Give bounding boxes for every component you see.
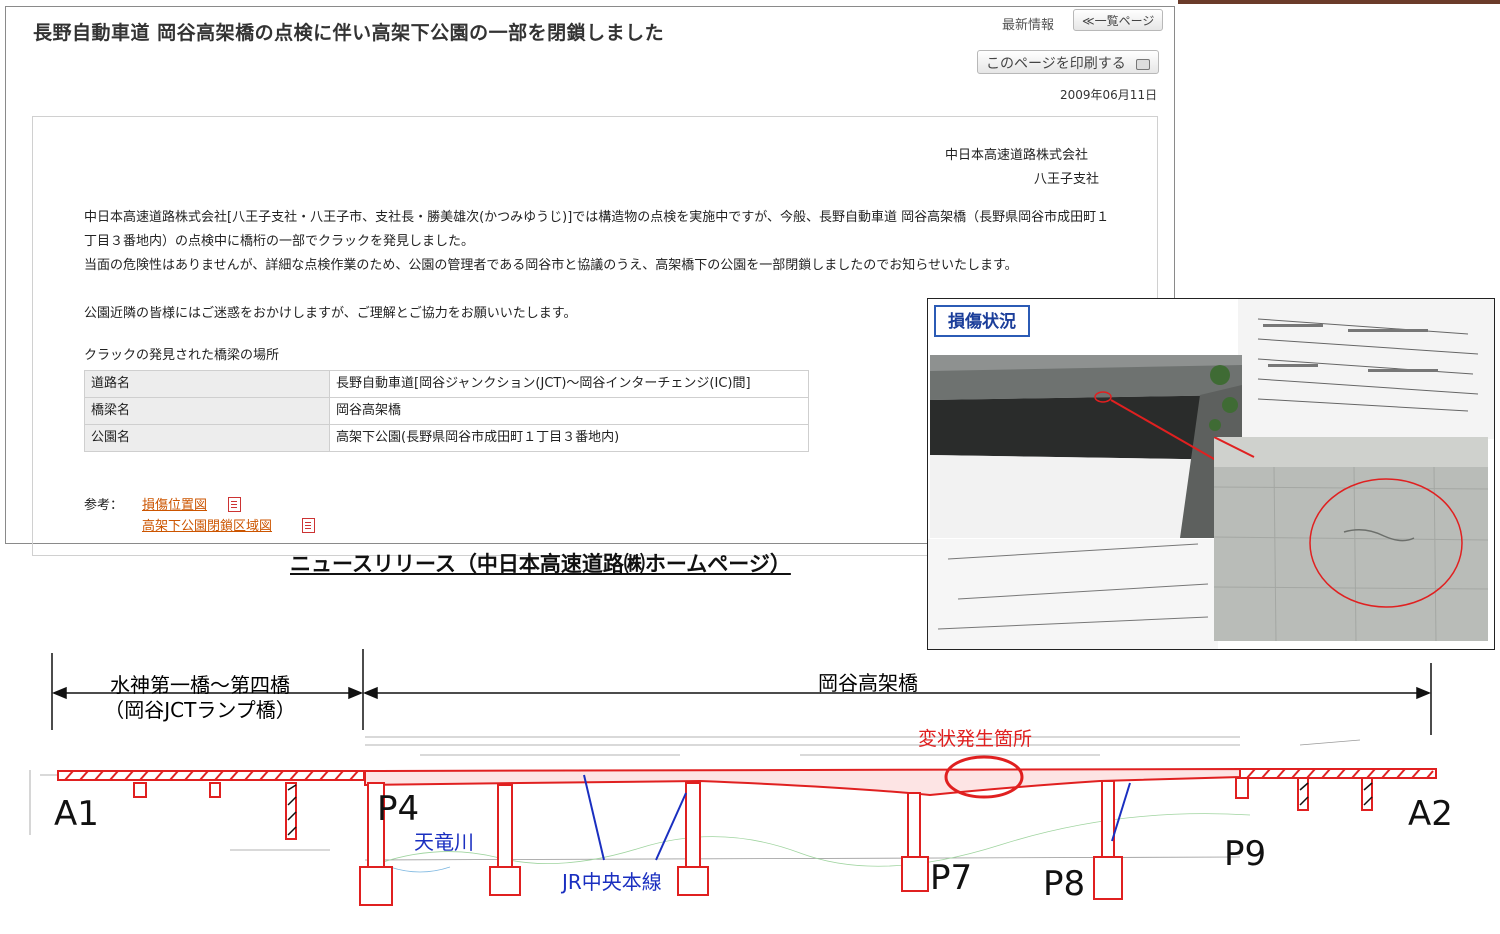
pdf-icon <box>302 518 315 533</box>
pdf-icon <box>228 497 241 512</box>
latest-info-label: 最新情報 <box>1002 18 1055 33</box>
park-closure-map-link[interactable]: 高架下公園閉鎖区域図 <box>142 515 272 534</box>
list-page-button[interactable]: ≪一覧ページ <box>1073 9 1164 31</box>
pier-label-p8: P8 <box>1043 864 1085 904</box>
article-paragraph: 中日本高速道路株式会社[八王子支社・八王子市、支社長・勝美雄次(かつみゆうじ)]… <box>84 210 1110 249</box>
defect-location-label: 変状発生箇所 <box>918 728 1032 750</box>
table-header-cell: 道路名 <box>84 370 330 398</box>
damage-status-label: 損傷状況 <box>934 305 1030 337</box>
damage-location-map-link[interactable]: 損傷位置図 <box>142 494 207 513</box>
table-value-cell: 岡谷高架橋 <box>329 397 809 425</box>
rail-line-label: JR中央本線 <box>560 870 662 894</box>
pier-label-a1: A1 <box>54 794 99 834</box>
news-release-caption: ニュースリリース（中日本高速道路㈱ホームページ） <box>290 552 791 576</box>
table-header-cell: 橋梁名 <box>84 397 330 425</box>
table-value-cell: 長野自動車道[岡谷ジャンクション(JCT)～岡谷インターチェンジ(IC)間] <box>329 370 809 398</box>
print-page-button[interactable]: このページを印刷する <box>977 50 1160 74</box>
top-edge-strip <box>1178 0 1500 4</box>
bridge-location-table: 道路名 長野自動車道[岡谷ジャンクション(JCT)～岡谷インターチェンジ(IC)… <box>84 370 809 452</box>
reference-label: 参考： <box>84 498 124 513</box>
table-row: 道路名 長野自動車道[岡谷ジャンクション(JCT)～岡谷インターチェンジ(IC)… <box>84 370 809 398</box>
bridge-elevation-diagram: 水神第一橋～第四橋 （岡谷JCTランプ橋） 岡谷高架橋 変状発生箇所 A1 P4… <box>29 649 1453 906</box>
span-label-right: 岡谷高架橋 <box>818 671 918 695</box>
pier-label-p9: P9 <box>1224 834 1266 874</box>
branch-name: 八王子支社 <box>1034 172 1100 187</box>
pier-label-p4: P4 <box>377 789 419 829</box>
table-caption: クラックの発見された橋梁の場所 <box>84 348 280 363</box>
article-paragraph: 当面の危険性はありませんが、詳細な点検作業のため、公園の管理者である岡谷市と協議… <box>84 258 1018 273</box>
span-label-left: 水神第一橋～第四橋 <box>110 673 290 697</box>
table-row: 公園名 高架下公園(長野県岡谷市成田町１丁目３番地内) <box>84 424 809 452</box>
printer-icon <box>1136 58 1151 70</box>
news-title: 長野自動車道 岡谷高架橋の点検に伴い高架下公園の一部を閉鎖しました <box>33 22 665 44</box>
crack-closeup-photo <box>1214 437 1488 641</box>
publish-date: 2009年06月11日 <box>1060 88 1158 102</box>
span-label-left-sub: （岡谷JCTランプ橋） <box>104 698 295 722</box>
table-header-cell: 公園名 <box>84 424 330 452</box>
pier-label-a2: A2 <box>1408 794 1453 834</box>
table-row: 橋梁名 岡谷高架橋 <box>84 397 809 425</box>
company-name: 中日本高速道路株式会社 <box>945 148 1089 163</box>
pier-label-p7: P7 <box>930 858 972 898</box>
table-value-cell: 高架下公園(長野県岡谷市成田町１丁目３番地内) <box>329 424 809 452</box>
river-label: 天竜川 <box>414 830 474 854</box>
bridge-underside-photo <box>930 355 1242 538</box>
print-button-label: このページを印刷する <box>986 56 1126 72</box>
